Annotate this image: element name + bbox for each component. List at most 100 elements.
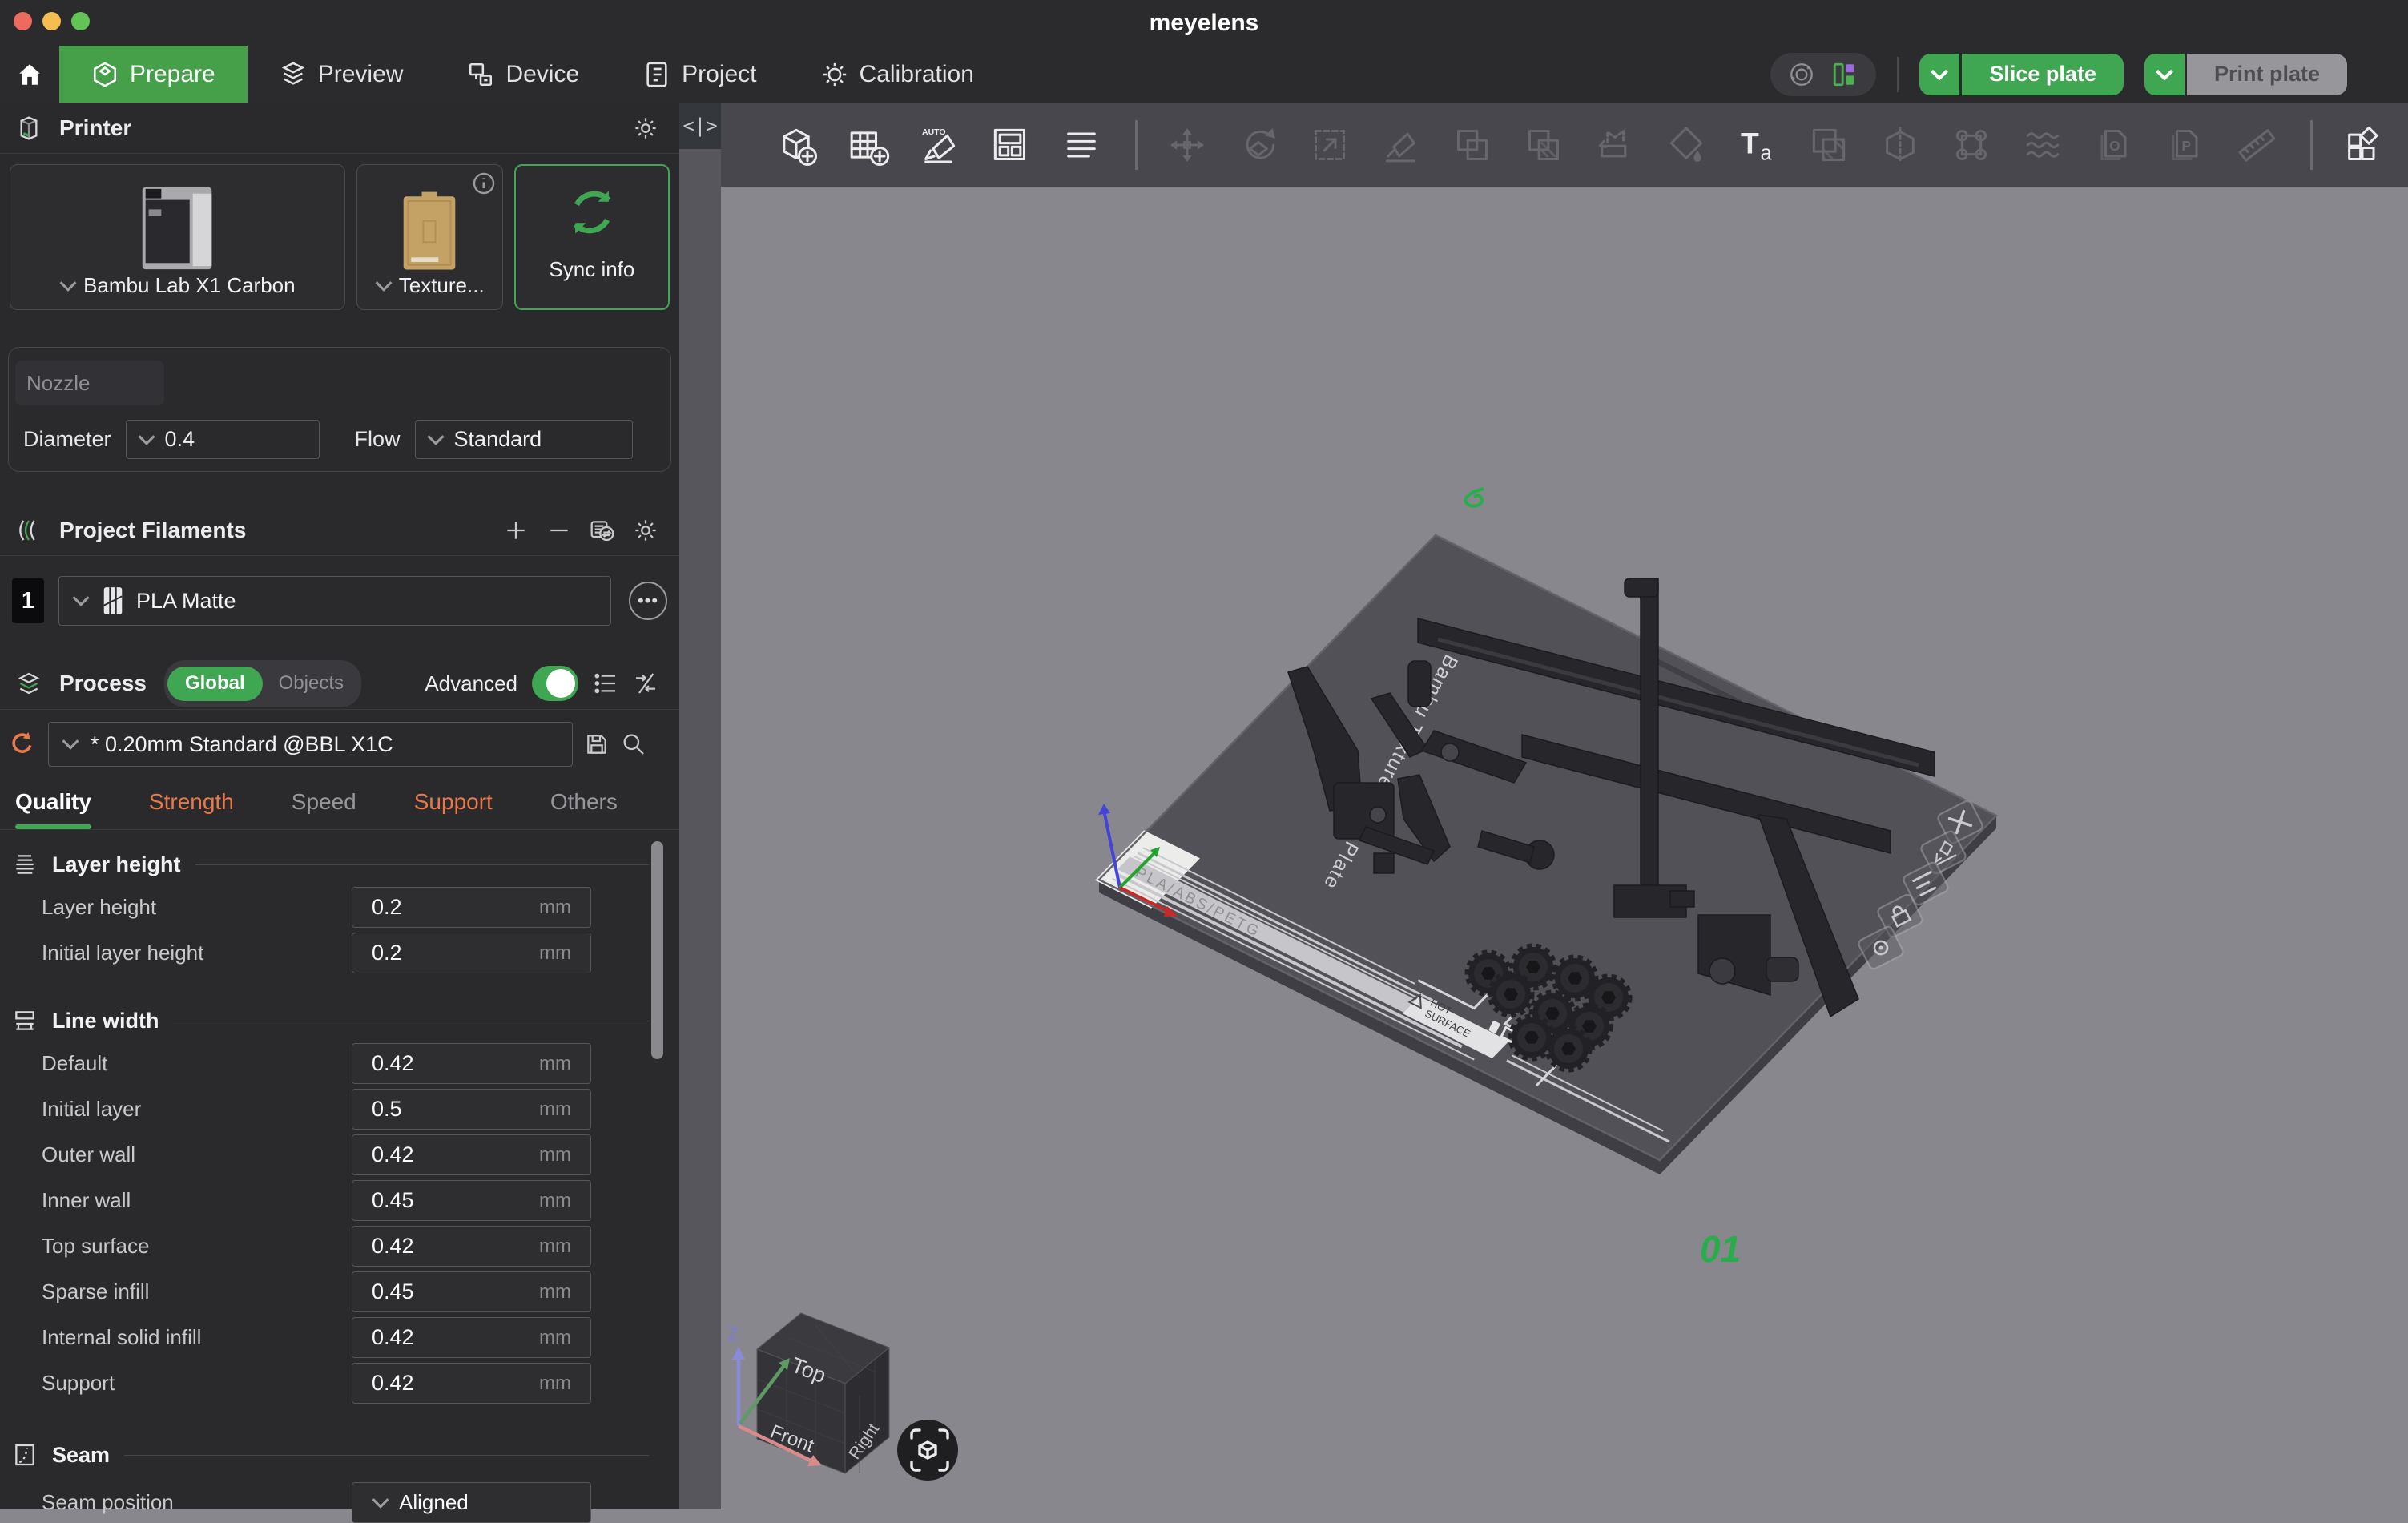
auto-orient-button[interactable]: AUTO [916,123,961,167]
diameter-label: Diameter [23,427,111,452]
layout-icon[interactable] [1831,61,1858,88]
color-paint-button[interactable] [1664,123,1709,167]
support-paint-button[interactable] [1593,123,1637,167]
fit-view-button[interactable] [897,1420,958,1481]
lay-on-face-button[interactable] [1379,123,1423,167]
assembly-button[interactable] [2340,123,2385,167]
scale-button[interactable] [1307,123,1352,167]
search-preset-icon[interactable] [621,731,646,757]
reset-preset-icon[interactable] [8,729,37,759]
chevron-down-icon [1931,69,1948,80]
add-object-button[interactable] [774,123,819,167]
svg-text:AUTO: AUTO [922,127,946,137]
settings-list-icon[interactable] [593,671,618,696]
tab-speed[interactable]: Speed [292,789,356,829]
nozzle-diameter-select[interactable]: 0.4 [126,420,320,459]
object-page-button[interactable]: O [2092,123,2136,167]
tab-prepare[interactable]: Prepare [59,46,248,103]
tab-quality[interactable]: Quality [15,789,91,829]
svg-text:P: P [2181,138,2191,154]
home-button[interactable] [0,46,59,103]
sync-info-button[interactable]: Sync info [514,164,670,310]
tab-project[interactable]: Project [611,46,788,103]
print-plate-button[interactable]: Print plate [2187,54,2347,95]
fuzzy-skin-button[interactable] [2020,123,2065,167]
model-rod[interactable] [1641,578,1658,903]
line-width-outer-wall-input[interactable]: 0.42mm [352,1134,591,1175]
tab-preview[interactable]: Preview [248,46,436,103]
arrange-button[interactable] [988,123,1033,167]
flow-select[interactable]: Standard [415,420,633,459]
filament-sync-icon[interactable] [590,518,615,543]
cut-button[interactable] [1878,123,1923,167]
tab-support[interactable]: Support [414,789,493,829]
scope-objects-button[interactable]: Objects [264,672,358,695]
line-width-support-input[interactable]: 0.42mm [352,1363,591,1404]
tab-strength[interactable]: Strength [149,789,234,829]
remove-filament-icon[interactable] [546,518,572,543]
split-to-objects-button[interactable] [1450,123,1495,167]
filaments-section-title: Project Filaments [59,518,246,543]
tab-device[interactable]: Device [435,46,611,103]
advanced-toggle[interactable] [532,666,578,701]
line-width-sparse-infill-input[interactable]: 0.45mm [352,1271,591,1312]
prepare-icon [91,61,119,88]
seam-position-select[interactable]: Aligned [352,1482,591,1523]
move-button[interactable] [1165,123,1210,167]
line-width-internal-solid-infill-input[interactable]: 0.42mm [352,1317,591,1358]
add-filament-icon[interactable] [503,518,529,543]
filament-slot-number[interactable]: 1 [12,578,44,623]
compare-filter-icon[interactable] [633,671,658,696]
rotate-button[interactable] [1236,123,1281,167]
scope-global-button[interactable]: Global [167,667,263,701]
viewport-3d[interactable]: Bambu Textured PEI Plate PLA/ABS/PETG HO… [721,187,2408,1509]
support-blob-button[interactable] [1949,123,1994,167]
printer-settings-gear-icon[interactable] [633,115,658,141]
collapse-panel-button[interactable]: <|> [679,103,721,149]
modifier-button[interactable] [1806,123,1851,167]
print-options-button[interactable] [2144,54,2185,95]
sidebar-scrollbar[interactable] [651,841,663,1059]
view-mode-pill[interactable] [1770,53,1876,96]
navigation-cube[interactable]: Top Front Right Z [727,1313,889,1473]
nozzle-tab[interactable]: Nozzle [15,361,164,405]
info-icon[interactable] [472,171,496,195]
toolbar-divider [1135,120,1138,170]
chevron-down-icon [138,434,155,445]
object-list-button[interactable] [1059,123,1104,167]
flow-label: Flow [355,427,401,452]
measure-button[interactable] [2234,123,2279,167]
tab-others[interactable]: Others [550,789,618,829]
layer-height-input[interactable]: 0.2 mm [352,887,591,928]
text-tool-button[interactable]: Ta [1735,123,1780,167]
slice-plate-button[interactable]: Slice plate [1962,54,2124,95]
process-preset-select[interactable]: * 0.20mm Standard @BBL X1C [48,722,573,767]
filament-settings-gear-icon[interactable] [633,518,658,543]
layer-height-section-header: Layer height [12,847,649,882]
line-width-initial-layer-input[interactable]: 0.5mm [352,1089,591,1130]
save-preset-icon[interactable] [584,731,610,757]
filament-more-button[interactable]: ••• [629,582,667,620]
advanced-controls: Advanced [425,666,658,701]
setting-label: Layer height [42,895,352,920]
part-page-button[interactable]: P [2163,123,2208,167]
tab-calibration[interactable]: Calibration [789,46,1006,103]
add-plate-button[interactable] [845,123,890,167]
initial-layer-height-input[interactable]: 0.2 mm [352,933,591,973]
setting-row: Seam position Aligned [0,1482,679,1523]
main-nav: Prepare Preview Device Project Calibrati… [0,46,2408,103]
printer-select-card[interactable]: Bambu Lab X1 Carbon [10,164,345,310]
line-width-top-surface-input[interactable]: 0.42mm [352,1226,591,1267]
printer-cards: Bambu Lab X1 Carbon Texture... [0,154,679,310]
line-width-inner-wall-input[interactable]: 0.45mm [352,1180,591,1221]
plate-select-card[interactable]: Texture... [356,164,503,310]
filament-icon [16,518,42,543]
setting-unit: mm [539,1281,571,1303]
slice-options-button[interactable] [1919,54,1959,95]
line-width-default-input[interactable]: 0.42mm [352,1043,591,1084]
orbit-icon[interactable] [1788,61,1815,88]
split-to-parts-button[interactable] [1521,123,1566,167]
chevron-down-icon [372,1497,389,1509]
setting-label: Seam position [42,1490,352,1515]
filament-select[interactable]: PLA Matte [58,576,611,626]
